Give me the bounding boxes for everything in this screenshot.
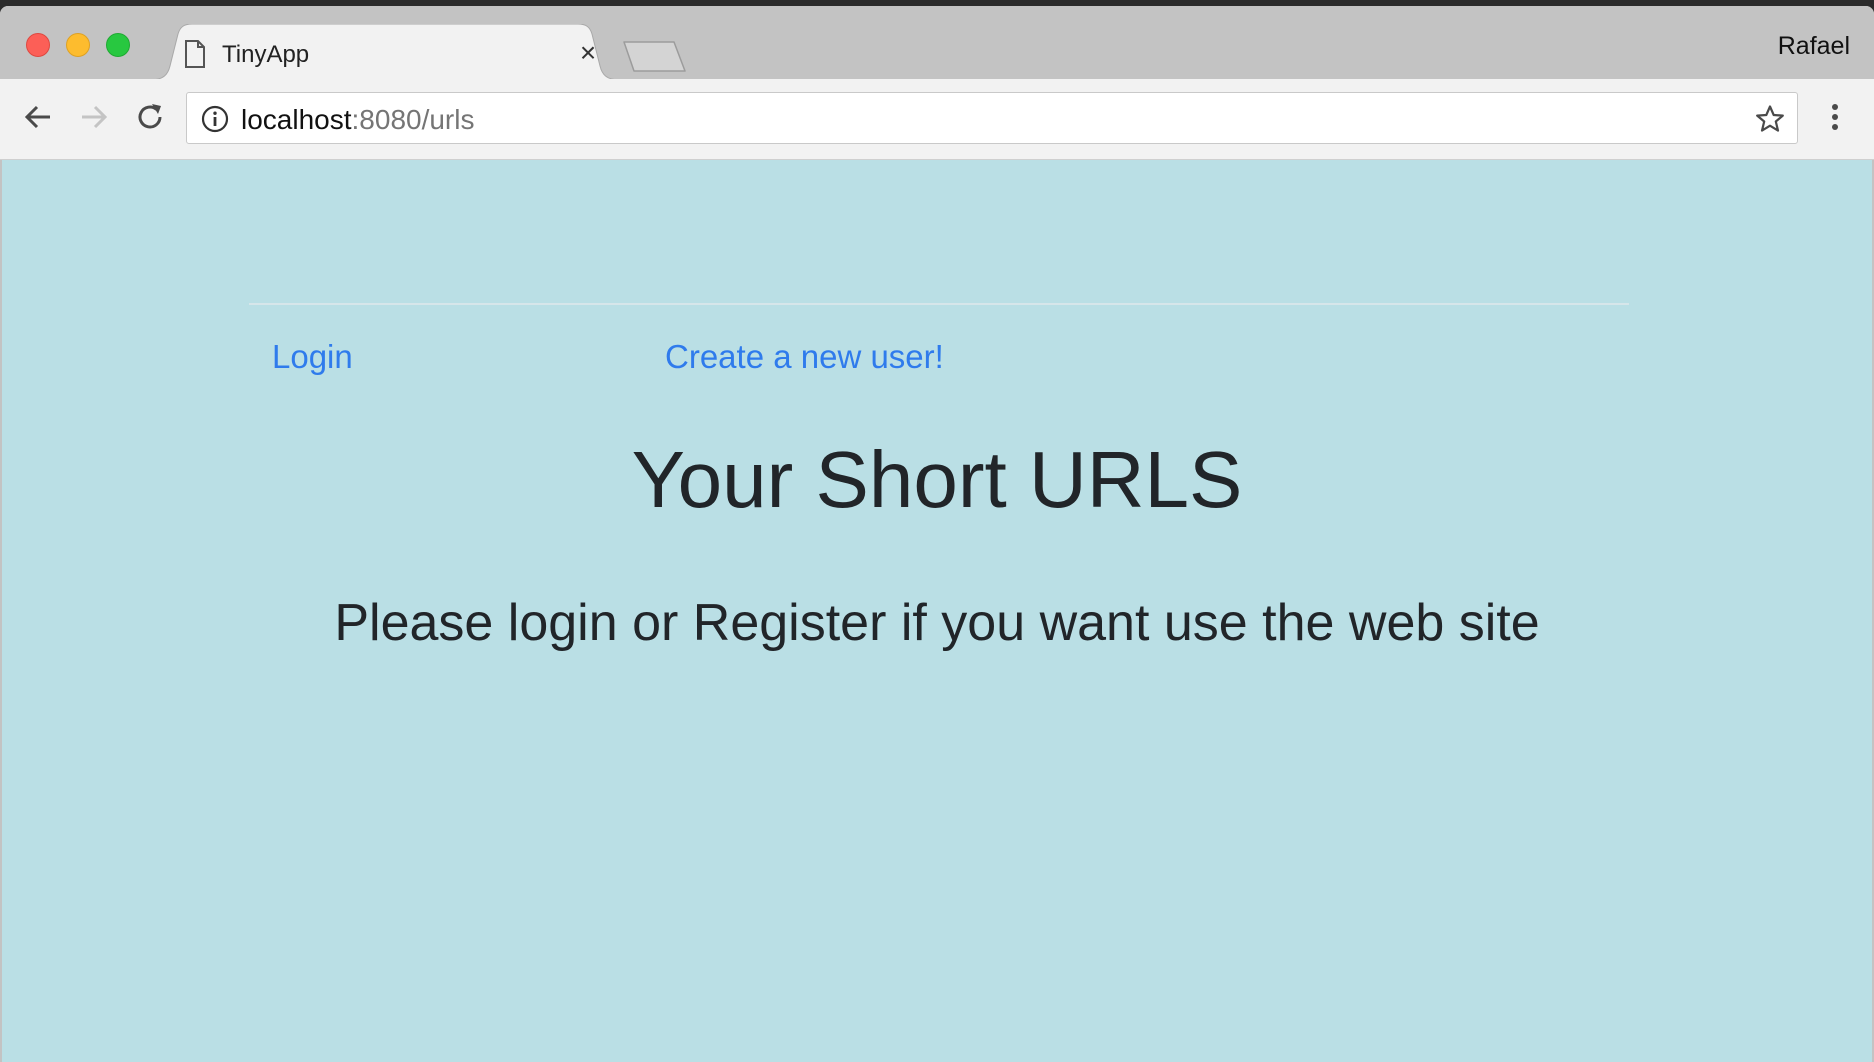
register-link[interactable]: Create a new user! xyxy=(665,338,944,376)
login-prompt-message: Please login or Register if you want use… xyxy=(334,594,1540,652)
back-arrow-icon xyxy=(24,105,50,129)
forward-arrow-icon xyxy=(82,105,108,129)
page-viewport: Login Create a new user! Your Short URLS… xyxy=(2,160,1872,1062)
url-host: localhost xyxy=(241,104,352,135)
back-button[interactable] xyxy=(18,97,58,137)
browser-menu-button[interactable] xyxy=(1820,97,1850,137)
browser-toolbar: localhost:8080/urls xyxy=(0,79,1874,160)
browser-window: TinyApp × Rafael localhost:8080/urls Log… xyxy=(0,6,1874,1062)
window-minimize-button[interactable] xyxy=(66,33,90,57)
reload-button[interactable] xyxy=(130,97,170,137)
window-maximize-button[interactable] xyxy=(106,33,130,57)
tab-shape xyxy=(150,24,620,80)
address-bar[interactable]: localhost:8080/urls xyxy=(186,92,1798,144)
window-close-button[interactable] xyxy=(26,33,50,57)
document-icon xyxy=(184,40,206,73)
login-link[interactable]: Login xyxy=(272,338,353,376)
new-tab-button[interactable] xyxy=(622,40,688,77)
star-icon[interactable] xyxy=(1755,104,1785,139)
header-divider xyxy=(249,303,1629,305)
tab-title: TinyApp xyxy=(222,41,310,68)
reload-icon xyxy=(138,104,162,129)
info-icon[interactable] xyxy=(201,105,229,138)
profile-name[interactable]: Rafael xyxy=(1778,32,1850,61)
tab-tinyapp[interactable]: TinyApp × xyxy=(150,24,620,80)
address-url[interactable]: localhost:8080/urls xyxy=(241,104,474,136)
kebab-menu-icon xyxy=(1832,104,1838,130)
url-path: :8080/urls xyxy=(351,104,475,135)
tab-strip: TinyApp × Rafael xyxy=(0,6,1874,80)
page-title: Your Short URLS xyxy=(631,435,1243,524)
tab-close-button[interactable]: × xyxy=(575,39,601,67)
forward-button[interactable] xyxy=(74,97,114,137)
